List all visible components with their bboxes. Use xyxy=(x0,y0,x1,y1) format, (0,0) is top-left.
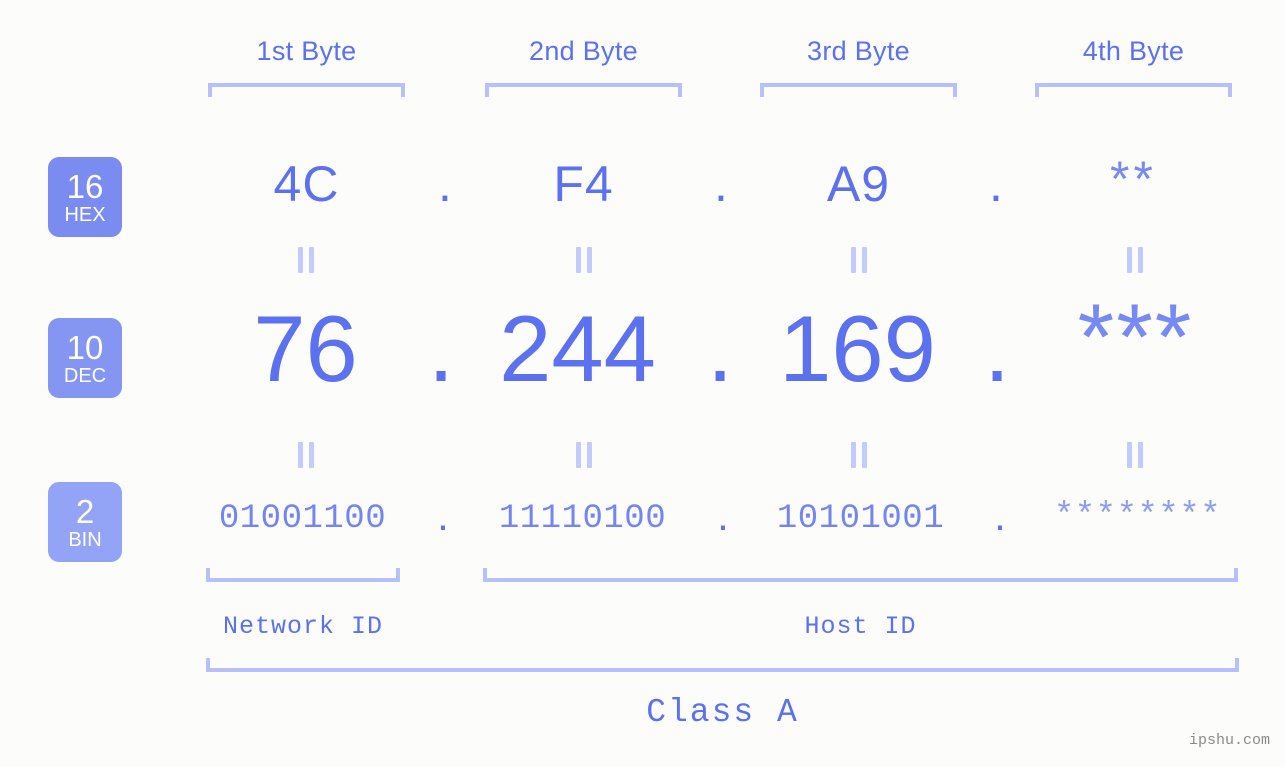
dec-byte-3: 169 xyxy=(779,296,936,401)
equals-icon-hex-dec-4 xyxy=(1124,247,1146,273)
base-badge-dec-number: 10 xyxy=(66,328,104,366)
bin-separator-2: . xyxy=(717,492,729,539)
equals-icon-hex-dec-1 xyxy=(295,247,317,273)
base-badge-dec-label: DEC xyxy=(63,364,107,387)
base-badge-bin-number: 2 xyxy=(75,492,95,530)
hex-byte-2: F4 xyxy=(553,156,614,212)
dec-byte-2: 244 xyxy=(499,296,656,401)
class-label: Class A xyxy=(646,694,799,731)
ip-address-breakdown-diagram: 1st Byte 2nd Byte 3rd Byte 4th Byte 16 H… xyxy=(0,0,1285,767)
site-watermark: ipshu.com xyxy=(1188,732,1270,749)
base-badge-bin: 2 BIN xyxy=(48,482,122,562)
bin-separator-3: . xyxy=(994,492,1006,539)
base-badge-hex: 16 HEX xyxy=(48,157,122,237)
byte-bracket-1 xyxy=(208,83,405,97)
bin-byte-1: 01001100 xyxy=(218,500,387,538)
byte-header-3: 3rd Byte xyxy=(807,36,910,66)
dec-separator-2: . xyxy=(706,296,734,401)
bin-separator-1: . xyxy=(437,492,449,539)
hex-byte-3: A9 xyxy=(826,156,891,212)
class-bracket xyxy=(206,658,1239,672)
hex-separator-2: . xyxy=(714,156,728,212)
hex-byte-4: ** xyxy=(1110,151,1157,207)
equals-icon-dec-bin-2 xyxy=(573,442,595,468)
equals-icon-hex-dec-3 xyxy=(848,247,870,273)
equals-icon-dec-bin-3 xyxy=(848,442,870,468)
byte-bracket-2 xyxy=(485,83,682,97)
base-badge-bin-label: BIN xyxy=(68,528,102,551)
network-id-bracket xyxy=(206,568,400,582)
base-badge-hex-label: HEX xyxy=(64,203,106,226)
byte-bracket-4 xyxy=(1035,83,1232,97)
hex-byte-1: 4C xyxy=(273,156,340,212)
hex-separator-3: . xyxy=(989,156,1003,212)
equals-icon-dec-bin-4 xyxy=(1124,442,1146,468)
dec-byte-4: *** xyxy=(1077,284,1194,389)
byte-header-4: 4th Byte xyxy=(1082,36,1185,66)
byte-header-1: 1st Byte xyxy=(256,36,357,66)
dec-separator-3: . xyxy=(983,296,1011,401)
host-id-label: Host ID xyxy=(804,612,917,641)
byte-bracket-3 xyxy=(760,83,957,97)
network-id-label: Network ID xyxy=(222,612,384,641)
bin-byte-2: 11110100 xyxy=(498,500,667,538)
equals-icon-hex-dec-2 xyxy=(573,247,595,273)
bin-byte-4: ******** xyxy=(1053,498,1222,536)
byte-header-2: 2nd Byte xyxy=(529,36,638,66)
base-badge-hex-number: 16 xyxy=(66,167,104,205)
host-id-bracket xyxy=(483,568,1238,582)
dec-byte-1: 76 xyxy=(253,296,358,401)
bin-byte-3: 10101001 xyxy=(776,500,945,538)
hex-separator-1: . xyxy=(438,156,452,212)
equals-icon-dec-bin-1 xyxy=(295,442,317,468)
base-badge-dec: 10 DEC xyxy=(48,318,122,398)
